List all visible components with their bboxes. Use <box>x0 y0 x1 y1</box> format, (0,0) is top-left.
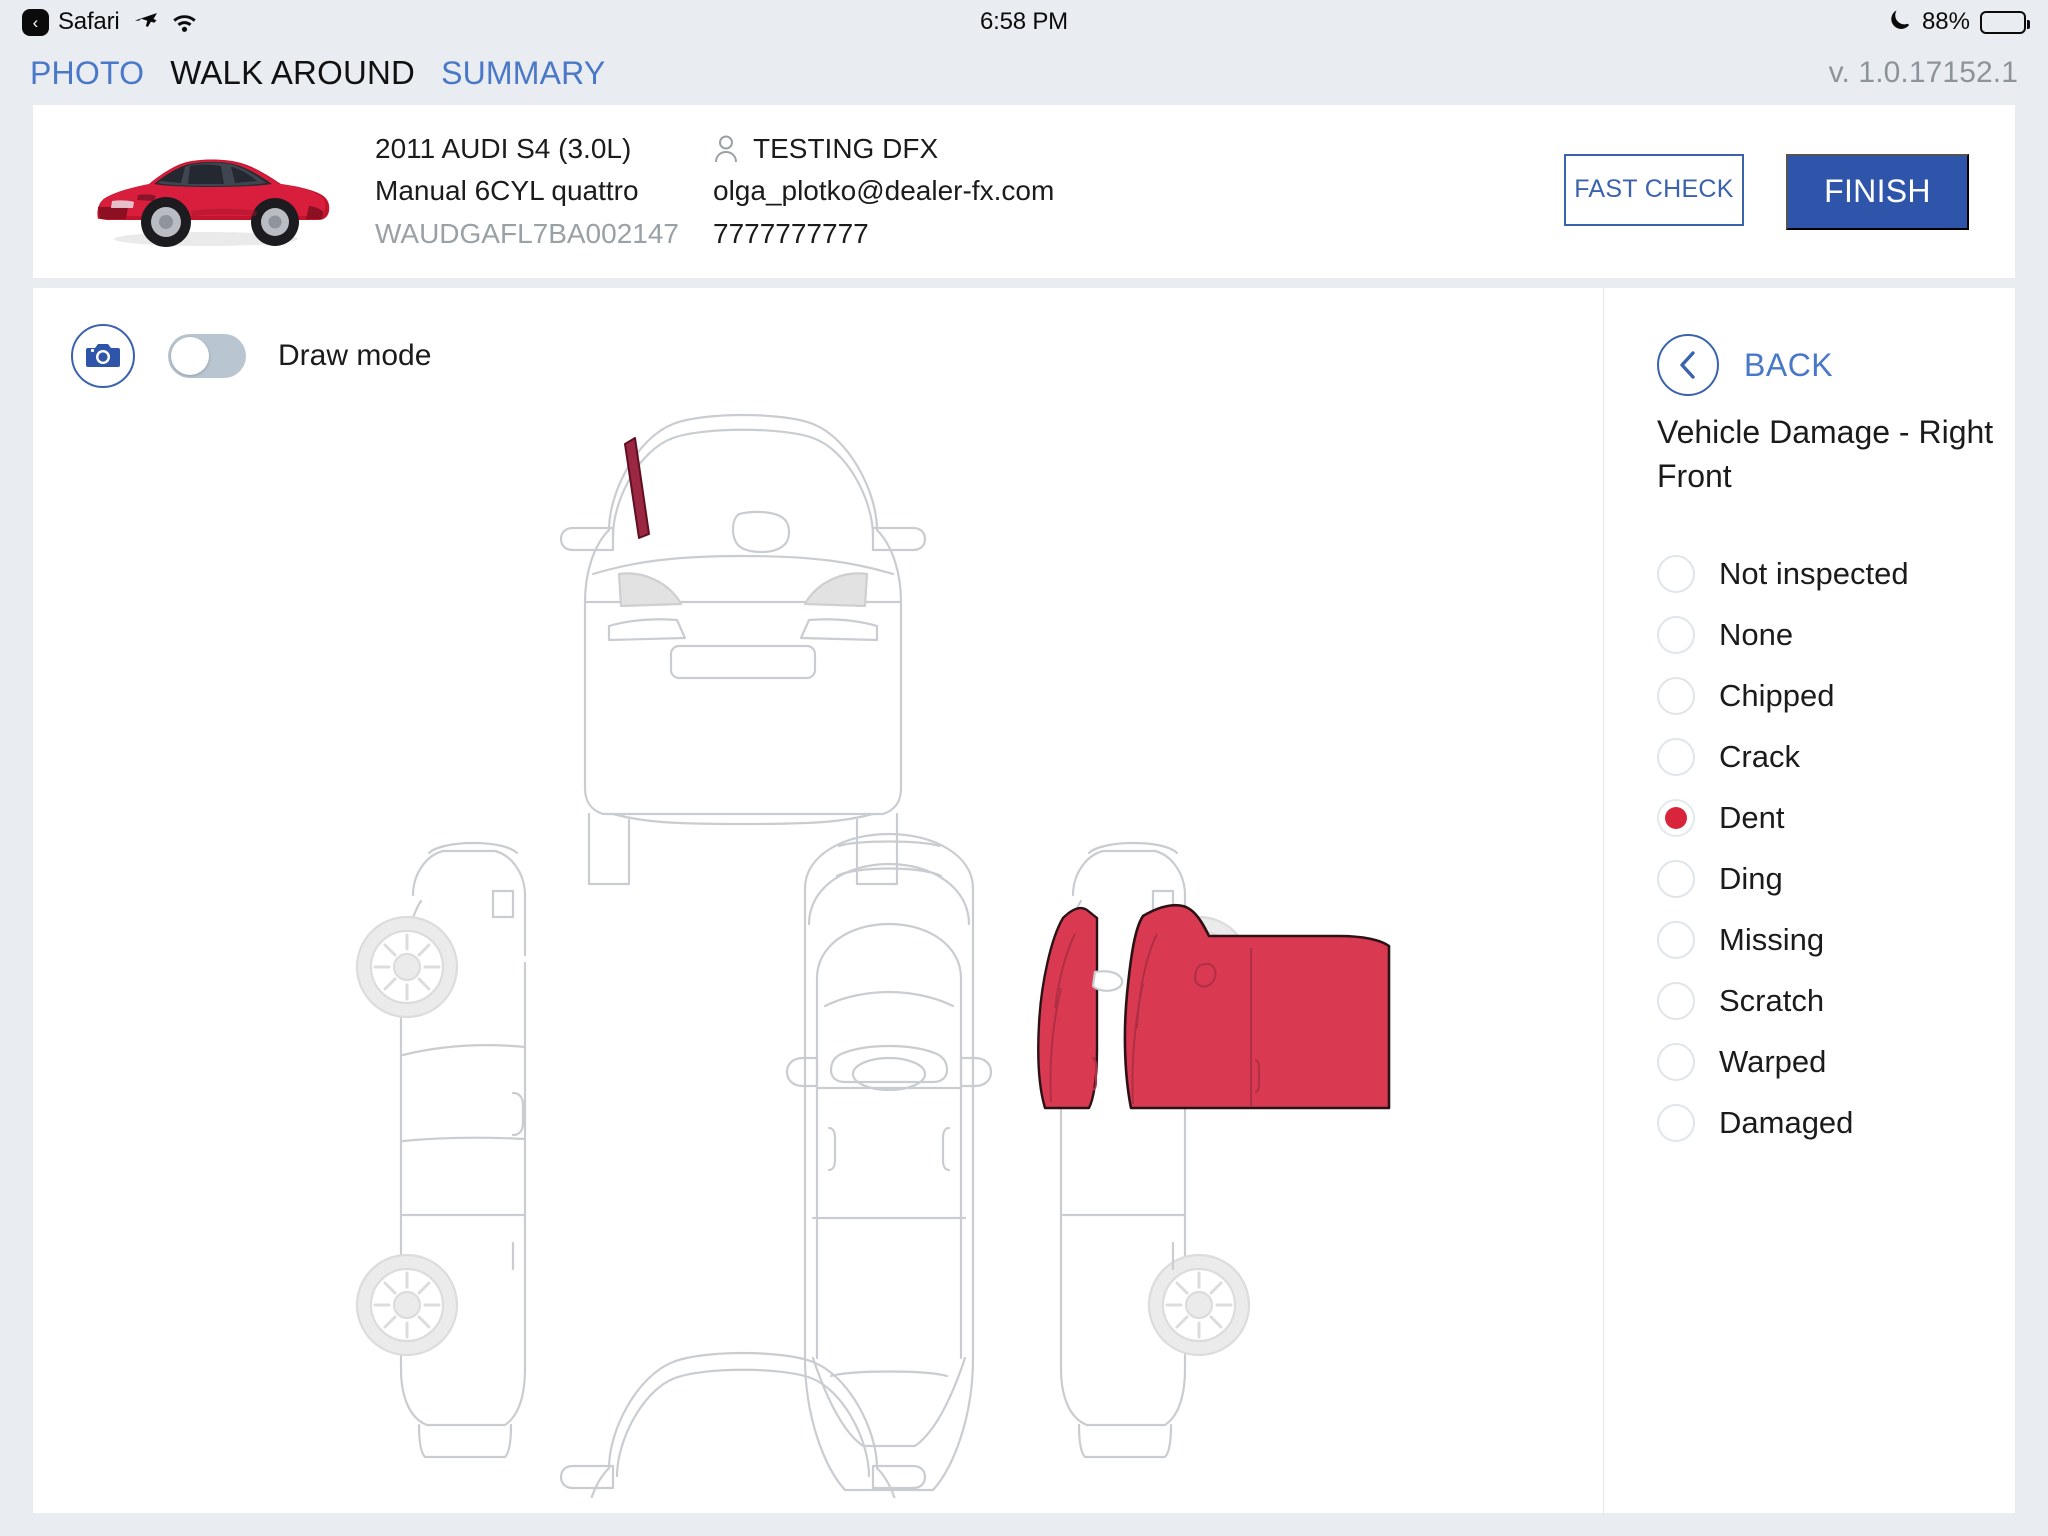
option-label: None <box>1719 616 1794 652</box>
panel-title: Vehicle Damage - Right Front <box>1657 414 1994 494</box>
option-label: Ding <box>1719 860 1783 896</box>
do-not-disturb-moon-icon <box>1890 7 1912 37</box>
vehicle-title: 2011 AUDI S4 (3.0L) <box>375 132 632 164</box>
vehicle-info: 2011 AUDI S4 (3.0L) Manual 6CYL quattro … <box>375 128 679 256</box>
option-label: Chipped <box>1719 677 1835 713</box>
radio-damaged[interactable] <box>1657 1103 1695 1142</box>
radio-warped[interactable] <box>1657 1042 1695 1081</box>
front-view <box>559 413 927 886</box>
draw-mode-toggle[interactable] <box>168 334 246 378</box>
person-icon <box>713 134 739 164</box>
option-label: Crack <box>1719 738 1800 774</box>
vehicle-damage-diagram[interactable] <box>33 388 1603 1536</box>
option-chipped[interactable]: Chipped <box>1657 665 2048 726</box>
option-scratch[interactable]: Scratch <box>1657 970 2048 1031</box>
vehicle-vin: WAUDGAFL7BA002147 <box>375 217 679 249</box>
draw-mode-label: Draw mode <box>278 339 432 372</box>
battery-icon <box>1980 10 2030 34</box>
back-label: BACK <box>1744 346 1834 383</box>
damage-options-list: Not inspected None Chipped Crack Dent Di… <box>1657 543 2048 1153</box>
camera-button[interactable] <box>71 324 135 388</box>
left-side-view <box>355 841 527 1459</box>
radio-none[interactable] <box>1657 615 1695 654</box>
option-missing[interactable]: Missing <box>1657 909 2048 970</box>
option-label: Warped <box>1719 1043 1827 1079</box>
damage-detail-panel: BACK Vehicle Damage - Right Front Not in… <box>1604 288 2015 1513</box>
top-nav: PHOTO WALK AROUND SUMMARY v. 1.0.17152.1 <box>0 44 2048 102</box>
status-bar: ‹ Safari 6:58 PM 88% <box>0 0 2048 44</box>
vehicle-diagram-pane: Draw mode <box>33 288 1603 1536</box>
vehicle-trim: Manual 6CYL quattro <box>375 175 639 207</box>
canvas-toolbar: Draw mode <box>71 324 431 388</box>
finish-button[interactable]: FINISH <box>1786 153 1969 230</box>
option-not-inspected[interactable]: Not inspected <box>1657 543 2048 604</box>
vehicle-photo <box>78 127 333 257</box>
option-warped[interactable]: Warped <box>1657 1031 2048 1092</box>
radio-scratch[interactable] <box>1657 981 1695 1020</box>
radio-dent[interactable] <box>1657 798 1695 837</box>
radio-chipped[interactable] <box>1657 676 1695 715</box>
option-label: Dent <box>1719 799 1785 835</box>
customer-email: olga_plotko@dealer-fx.com <box>713 175 1055 207</box>
option-dent[interactable]: Dent <box>1657 787 2048 848</box>
customer-phone: 7777777777 <box>713 217 869 249</box>
chevron-left-icon <box>1657 334 1719 396</box>
option-crack[interactable]: Crack <box>1657 726 2048 787</box>
vehicle-header-card: 2011 AUDI S4 (3.0L) Manual 6CYL quattro … <box>33 105 2015 278</box>
radio-missing[interactable] <box>1657 920 1695 959</box>
option-label: Damaged <box>1719 1104 1854 1140</box>
radio-not-inspected[interactable] <box>1657 554 1695 593</box>
customer-name: TESTING DFX <box>753 132 939 164</box>
tab-walk-around[interactable]: WALK AROUND <box>170 54 415 92</box>
tab-summary[interactable]: SUMMARY <box>441 55 605 92</box>
option-none[interactable]: None <box>1657 604 2048 665</box>
option-label: Not inspected <box>1719 555 1909 591</box>
camera-icon <box>86 341 120 372</box>
header-actions: FAST CHECK FINISH <box>1564 153 1969 230</box>
front-view-damage-highlight <box>624 437 650 539</box>
radio-ding[interactable] <box>1657 859 1695 898</box>
fast-check-button[interactable]: FAST CHECK <box>1564 153 1744 226</box>
tab-photo[interactable]: PHOTO <box>30 55 144 92</box>
walk-around-body-card: Draw mode BACK Vehicle Damage - Right Fr… <box>33 288 2015 1536</box>
status-bar-right: 88% <box>1890 7 2030 37</box>
option-label: Missing <box>1719 921 1825 957</box>
option-damaged[interactable]: Damaged <box>1657 1092 2048 1153</box>
rear-view <box>559 1351 927 1536</box>
tab-bar: PHOTO WALK AROUND SUMMARY <box>30 54 605 92</box>
customer-info: TESTING DFX olga_plotko@dealer-fx.com 77… <box>713 128 1054 256</box>
option-label: Scratch <box>1719 982 1825 1018</box>
battery-percent-label: 88% <box>1921 8 1970 35</box>
top-view <box>785 832 993 1492</box>
radio-crack[interactable] <box>1657 737 1695 776</box>
damage-highlight-right-front <box>1037 903 1391 1110</box>
toggle-knob <box>171 337 209 375</box>
status-bar-clock: 6:58 PM <box>980 8 1068 35</box>
back-button[interactable]: BACK <box>1657 334 1833 396</box>
app-version-label: v. 1.0.17152.1 <box>1828 56 2018 89</box>
option-ding[interactable]: Ding <box>1657 848 2048 909</box>
